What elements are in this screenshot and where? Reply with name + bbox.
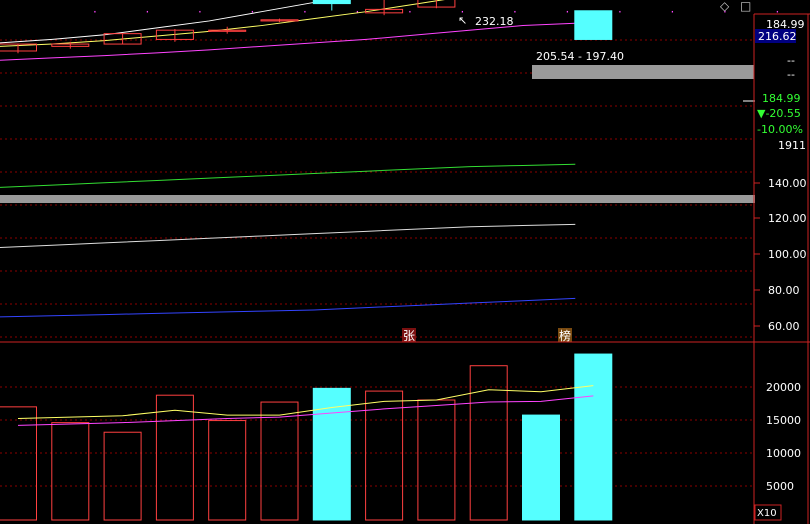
ma250-line xyxy=(0,297,576,318)
header-marker: · xyxy=(618,5,622,19)
change-pct-label: -10.00% xyxy=(757,123,803,136)
volume-unit-label: X10 xyxy=(757,508,777,519)
price-highlight-band xyxy=(532,65,754,79)
price-tick-label: 60.00 xyxy=(768,320,800,333)
dash-label-1: -- xyxy=(787,54,795,67)
price-tick-label: 120.00 xyxy=(768,212,807,225)
header-marker: · xyxy=(146,5,150,19)
header-marker: · xyxy=(513,5,517,19)
current-price-tag-text: 216.62 xyxy=(758,30,797,43)
volume-tick-label: 10000 xyxy=(766,447,801,460)
box-icon[interactable]: □ xyxy=(740,0,751,13)
header-marker: · xyxy=(566,5,570,19)
count-label: 1911 xyxy=(778,139,806,152)
header-marker: · xyxy=(408,5,412,19)
volume-bar[interactable] xyxy=(312,387,351,521)
volume-bar[interactable] xyxy=(469,365,508,521)
candle-body[interactable] xyxy=(312,0,351,5)
price-axis: 140.00 120.00 100.00 80.00 60.00 xyxy=(754,177,807,333)
ma60-line xyxy=(0,163,576,188)
high-arrow: ↖ xyxy=(458,14,467,27)
header-marker: · xyxy=(251,5,255,19)
volume-tick-label: 5000 xyxy=(766,480,794,493)
header-marker: · xyxy=(776,5,780,19)
volume-bar[interactable] xyxy=(417,399,456,521)
volume-bar[interactable] xyxy=(0,406,37,521)
high-annotation: 232.18 xyxy=(475,15,514,28)
price-tick-label: 100.00 xyxy=(768,248,807,261)
header-marker: · xyxy=(671,5,675,19)
range-annotation: 205.54 - 197.40 xyxy=(536,50,624,63)
ma120-line xyxy=(0,223,576,249)
change-label: ▼-20.55 xyxy=(757,107,801,120)
horizontal-crosshair-band xyxy=(0,195,755,203)
volume-bars[interactable] xyxy=(0,353,613,521)
volume-bar[interactable] xyxy=(103,431,142,521)
volume-tick-label: 15000 xyxy=(766,414,801,427)
marker-bang[interactable]: 榜 xyxy=(559,328,571,343)
header-marker: · xyxy=(356,5,360,19)
last-price-label: 184.99 xyxy=(762,92,801,105)
volume-bar[interactable] xyxy=(522,414,560,521)
header-marker: · xyxy=(198,5,202,19)
volume-bar[interactable] xyxy=(155,394,194,521)
candle-body[interactable] xyxy=(574,10,613,40)
diamond-icon[interactable]: ◇ xyxy=(720,0,730,13)
header-marker: · xyxy=(93,5,97,19)
volume-bar[interactable] xyxy=(51,422,90,521)
volume-bar[interactable] xyxy=(208,420,247,521)
volume-axis: 20000 15000 10000 5000 xyxy=(766,381,801,493)
moving-averages xyxy=(0,0,576,318)
volume-bar[interactable] xyxy=(574,353,613,521)
stock-chart[interactable]: ··············· 140.00120.00100.0080.006… xyxy=(0,0,810,524)
marker-zhang[interactable]: 张 xyxy=(403,329,415,343)
price-tick-label: 80.00 xyxy=(768,284,800,297)
volume-tick-label: 20000 xyxy=(766,381,801,394)
header-marker: · xyxy=(303,5,307,19)
price-tick-label: 140.00 xyxy=(768,177,807,190)
price-grid xyxy=(0,39,754,338)
dash-label-2: -- xyxy=(787,68,795,81)
